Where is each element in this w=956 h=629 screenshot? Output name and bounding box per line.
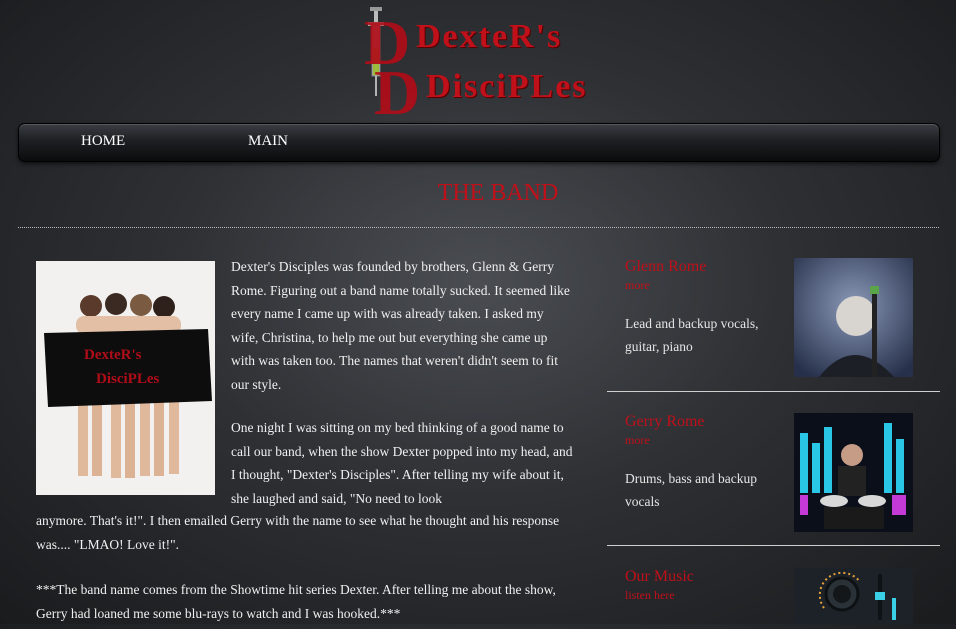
- site-logo[interactable]: D D DexteR's DisciPLes: [364, 4, 596, 128]
- nav-main-link[interactable]: MAIN: [248, 133, 288, 150]
- gerry-rome-photo[interactable]: [794, 413, 913, 532]
- page-title: THE BAND: [437, 180, 559, 206]
- more-link[interactable]: more: [625, 278, 650, 293]
- main-navigation: HOME MAIN: [18, 123, 940, 162]
- member-name[interactable]: Gerry Rome: [625, 413, 705, 431]
- nav-home-link[interactable]: HOME: [81, 133, 125, 150]
- sidebar-divider: [607, 391, 940, 392]
- member-name[interactable]: Glenn Rome: [625, 258, 706, 276]
- sidebar-divider: [607, 545, 940, 546]
- member-role: Lead and backup vocals, guitar, piano: [625, 316, 759, 354]
- towel-logo-line2: DisciPLes: [96, 371, 160, 387]
- svg-text:D: D: [374, 57, 420, 118]
- logo-text-line2: DisciPLes: [426, 68, 588, 105]
- more-link[interactable]: more: [625, 433, 650, 448]
- title-divider: [18, 227, 939, 228]
- music-player-image[interactable]: [794, 568, 913, 624]
- article-paragraph-2-bottom: anymore. That's it!". I then emailed Ger…: [36, 513, 560, 552]
- sidebar-item-gerry-rome: Gerry Rome more Drums, bass and backup v…: [607, 411, 940, 541]
- towel-logo-line1: DexteR's: [84, 347, 142, 363]
- logo-text-line1: DexteR's: [416, 18, 563, 55]
- listen-here-link[interactable]: listen here: [625, 588, 675, 603]
- sidebar-item-glenn-rome: Glenn Rome more Lead and backup vocals, …: [607, 256, 940, 386]
- sidebar-item-our-music: Our Music listen here: [607, 566, 940, 624]
- article-paragraph-2-top: One night I was sitting on my bed thinki…: [231, 420, 573, 506]
- article-paragraph-1: Dexter's Disciples was founded by brothe…: [231, 259, 570, 392]
- band-photo: DexteR's DisciPLes: [36, 261, 215, 495]
- glenn-rome-photo[interactable]: [794, 258, 913, 377]
- article-paragraph-3: ***The band name comes from the Showtime…: [36, 582, 556, 621]
- member-role: Drums, bass and backup vocals: [625, 471, 757, 509]
- section-title[interactable]: Our Music: [625, 568, 694, 586]
